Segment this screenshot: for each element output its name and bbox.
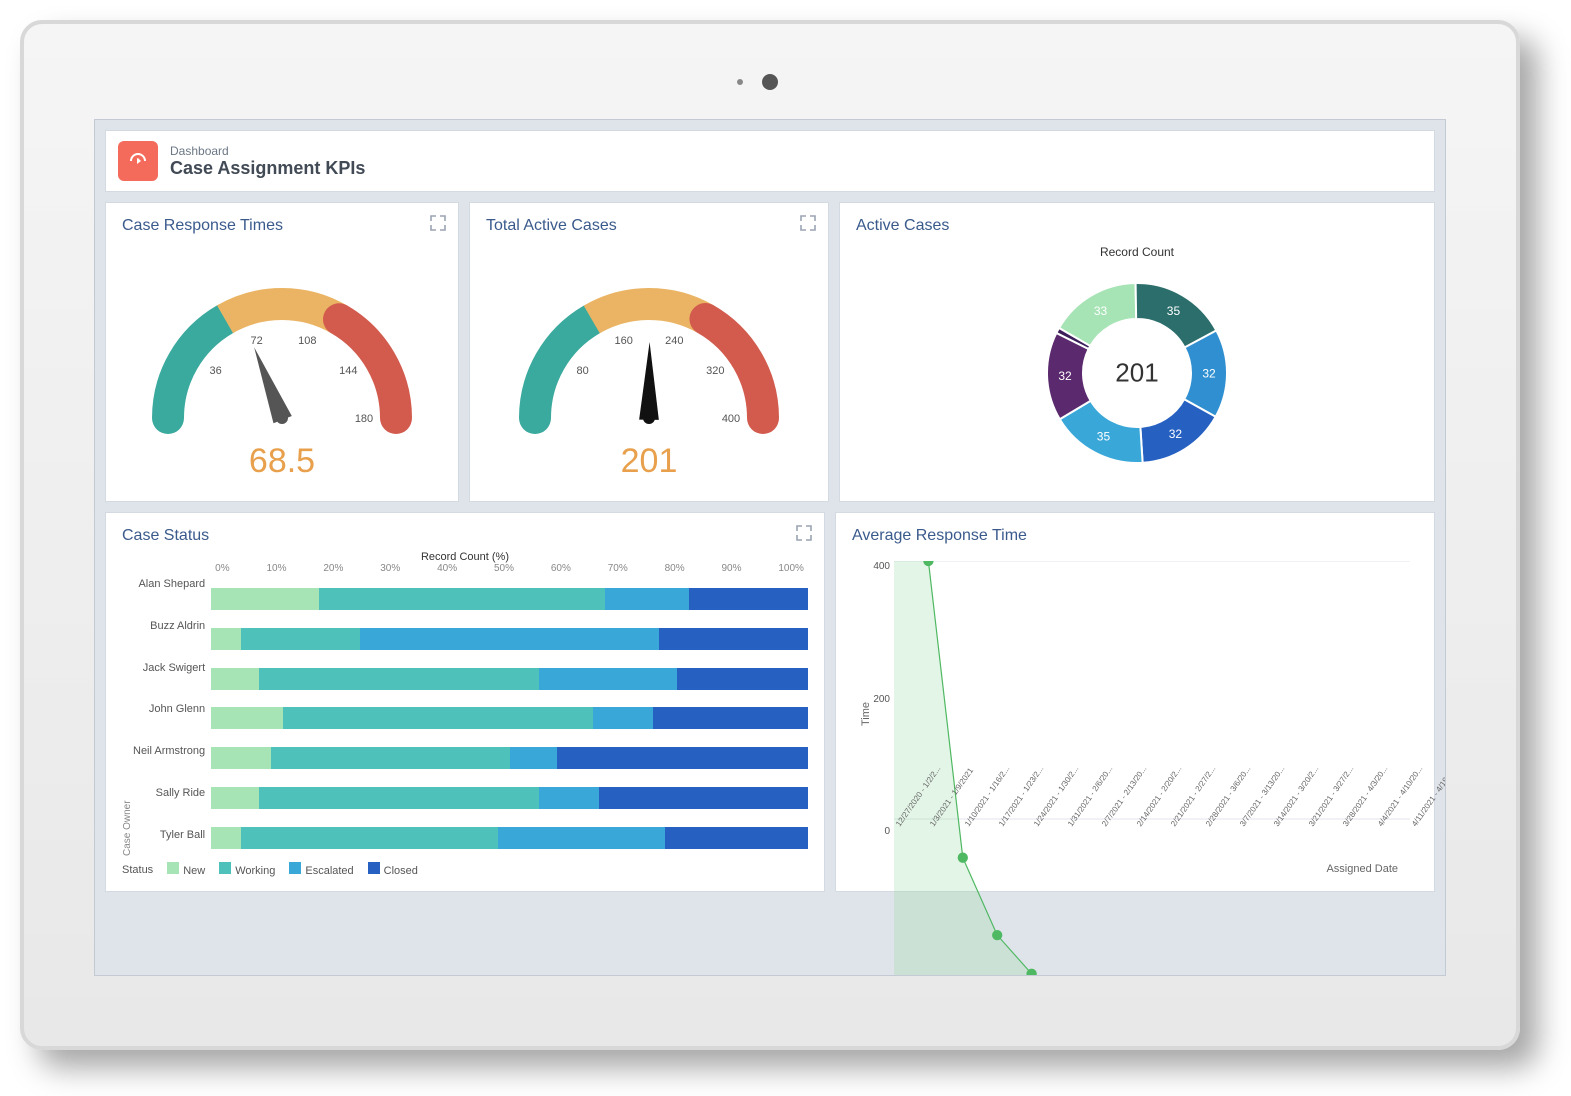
- card-title: Case Status: [122, 527, 808, 545]
- donut-center-value: 201: [1115, 358, 1158, 389]
- bar-plot-area: 0%10%20%30%40%50%60%70%80%90%100%: [211, 563, 808, 856]
- svg-text:32: 32: [1058, 369, 1072, 383]
- svg-text:320: 320: [706, 364, 724, 376]
- dashboard-screen: Dashboard Case Assignment KPIs Case Resp…: [94, 119, 1446, 976]
- card-title: Total Active Cases: [486, 217, 812, 235]
- donut-subtitle: Record Count: [856, 245, 1418, 259]
- svg-text:32: 32: [1169, 427, 1183, 441]
- bars-y-title: Case Owner: [122, 563, 133, 856]
- card-avg-response-time: Average Response Time Time 4002000 12/27…: [835, 512, 1435, 892]
- line-chart: Time 4002000 12/27/2020 - 1/2/2...1/3/20…: [852, 551, 1418, 877]
- card-case-status: Case Status Record Count (%) Case Owner …: [105, 512, 825, 892]
- svg-text:180: 180: [355, 413, 373, 425]
- legend-item-new: New: [167, 862, 205, 877]
- svg-text:160: 160: [614, 335, 632, 347]
- tablet-frame: Dashboard Case Assignment KPIs Case Resp…: [20, 20, 1520, 1050]
- dashboard-header: Dashboard Case Assignment KPIs: [105, 130, 1435, 192]
- row-2: Case Status Record Count (%) Case Owner …: [105, 512, 1435, 892]
- table-row: [211, 588, 808, 610]
- bar-x-ticks: 0%10%20%30%40%50%60%70%80%90%100%: [211, 563, 808, 574]
- svg-text:240: 240: [665, 335, 683, 347]
- gauge-value: 68.5: [249, 442, 315, 481]
- table-row: [211, 668, 808, 690]
- dashboard-icon: [118, 141, 158, 181]
- svg-text:144: 144: [339, 364, 357, 376]
- table-row: [211, 628, 808, 650]
- stacked-bar-chart: Case Owner Alan ShepardBuzz AldrinJack S…: [122, 563, 808, 856]
- card-title: Average Response Time: [852, 527, 1418, 545]
- legend-item-escalated: Escalated: [289, 862, 353, 877]
- table-row: [211, 787, 808, 809]
- svg-text:32: 32: [1202, 367, 1216, 381]
- breadcrumb: Dashboard: [170, 144, 365, 158]
- svg-text:80: 80: [577, 364, 589, 376]
- bars-x-title: Record Count (%): [122, 551, 808, 563]
- table-row: [211, 747, 808, 769]
- legend-item-working: Working: [219, 862, 275, 877]
- gauge-total-active: 80 160 240 320 400 201: [486, 241, 812, 487]
- card-title: Active Cases: [856, 217, 1418, 235]
- page-title: Case Assignment KPIs: [170, 158, 365, 179]
- table-row: [211, 707, 808, 729]
- legend-title: Status: [122, 864, 153, 876]
- line-y-ticks: 4002000: [852, 561, 890, 837]
- donut-chart: 33 35 32 32 35 32 201: [856, 259, 1418, 487]
- svg-text:72: 72: [251, 335, 263, 347]
- svg-text:36: 36: [210, 364, 222, 376]
- svg-text:33: 33: [1094, 304, 1108, 318]
- gauge-response-times: 36 72 108 144 180 68.5: [122, 241, 442, 487]
- card-active-cases: Active Cases Record Count 33 35 32 32 35 32 2…: [839, 202, 1435, 502]
- expand-icon[interactable]: [796, 525, 812, 541]
- svg-text:108: 108: [298, 335, 316, 347]
- line-x-title: Assigned Date: [1326, 863, 1398, 875]
- bar-rows: [211, 581, 808, 856]
- gauge-value: 201: [621, 442, 678, 481]
- svg-text:400: 400: [722, 413, 740, 425]
- table-row: [211, 827, 808, 849]
- card-title: Case Response Times: [122, 217, 442, 235]
- bar-category-labels: Alan ShepardBuzz AldrinJack SwigertJohn …: [133, 563, 211, 856]
- svg-text:35: 35: [1097, 430, 1111, 444]
- legend-item-closed: Closed: [368, 862, 418, 877]
- row-1: Case Response Times 36 72 108 144 180 68.5 T…: [105, 202, 1435, 502]
- expand-icon[interactable]: [430, 215, 446, 231]
- card-response-times: Case Response Times 36 72 108 144 180 68.5: [105, 202, 459, 502]
- bar-legend: Status New Working Escalated Closed: [122, 862, 808, 877]
- card-total-active: Total Active Cases 80 160 240 320 400 201: [469, 202, 829, 502]
- expand-icon[interactable]: [800, 215, 816, 231]
- svg-text:35: 35: [1167, 304, 1181, 318]
- dashboard-title-block: Dashboard Case Assignment KPIs: [170, 144, 365, 179]
